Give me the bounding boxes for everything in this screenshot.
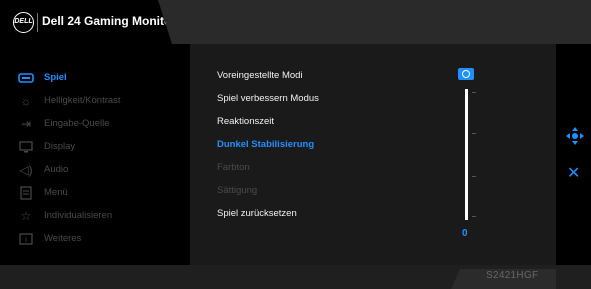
brightness-icon: ☼ (20, 94, 32, 108)
sidebar-item-eingabe-quelle[interactable]: ⇥ Eingabe-Quelle (0, 114, 190, 134)
slider-tick (472, 176, 476, 177)
star-icon: ☆ (20, 209, 32, 223)
display-icon (18, 139, 34, 155)
option-spiel-zuruecksetzen[interactable]: Spiel zurücksetzen (217, 208, 297, 219)
sidebar-item-audio[interactable]: ◁) Audio (0, 160, 190, 180)
sidebar-item-display[interactable]: Display (0, 137, 190, 157)
sidebar-item-label: Helligkeit/Kontrast (44, 95, 121, 106)
sidebar-item-label: Menü (44, 187, 68, 198)
option-saettigung: Sättigung (217, 185, 258, 196)
title-tab: DELL Dell 24 Gaming Monitor (0, 0, 172, 44)
gamepad-icon (18, 70, 34, 86)
svg-text:i: i (25, 236, 27, 244)
sidebar-item-helligkeit[interactable]: ☼ Helligkeit/Kontrast (0, 91, 190, 111)
sidebar-item-spiel[interactable]: Spiel (0, 68, 190, 88)
option-voreingestellte-modi[interactable]: Voreingestellte Modi (217, 70, 303, 81)
joystick-move-icon[interactable] (566, 127, 584, 145)
sidebar: Spiel ☼ Helligkeit/Kontrast ⇥ Eingabe-Qu… (0, 44, 190, 265)
dell-logo: DELL (13, 12, 34, 33)
model-name: S2421HGF (486, 270, 539, 281)
title-divider (37, 13, 38, 32)
sidebar-item-weiteres[interactable]: i Weiteres (0, 229, 190, 249)
option-dunkel-stabilisierung[interactable]: Dunkel Stabilisierung (217, 139, 314, 150)
osd-title: Dell 24 Gaming Monitor (42, 14, 177, 28)
osd-header: DELL Dell 24 Gaming Monitor (0, 0, 591, 44)
sidebar-item-label: Individualisieren (44, 210, 113, 221)
sidebar-item-menu[interactable]: Menü (0, 183, 190, 203)
slider-tick (472, 92, 476, 93)
option-spiel-verbessern-modus[interactable]: Spiel verbessern Modus (217, 93, 319, 104)
sidebar-item-individualisieren[interactable]: ☆ Individualisieren (0, 206, 190, 226)
option-farbton: Farbton (217, 162, 250, 173)
slider-fill (465, 89, 468, 220)
sidebar-item-label: Display (44, 141, 76, 152)
sidebar-item-label: Spiel (44, 72, 67, 83)
slider-tick (472, 216, 476, 217)
audio-icon: ◁) (19, 163, 33, 177)
slider-tick (472, 133, 476, 134)
navigation-panel (556, 44, 591, 265)
sidebar-item-label: Eingabe-Quelle (44, 118, 110, 129)
close-icon[interactable]: ✕ (567, 166, 580, 182)
option-reaktionszeit[interactable]: Reaktionszeit (217, 116, 274, 127)
monitor-osd: DELL Dell 24 Gaming Monitor Spiel ☼ Hell… (0, 0, 591, 289)
sidebar-item-label: Audio (44, 164, 69, 175)
sidebar-item-label: Weiteres (44, 233, 82, 244)
input-source-icon: ⇥ (20, 117, 32, 131)
menu-icon (18, 185, 34, 201)
preset-mode-icon (458, 68, 474, 80)
slider-value: 0 (462, 228, 468, 239)
info-icon: i (18, 231, 34, 247)
